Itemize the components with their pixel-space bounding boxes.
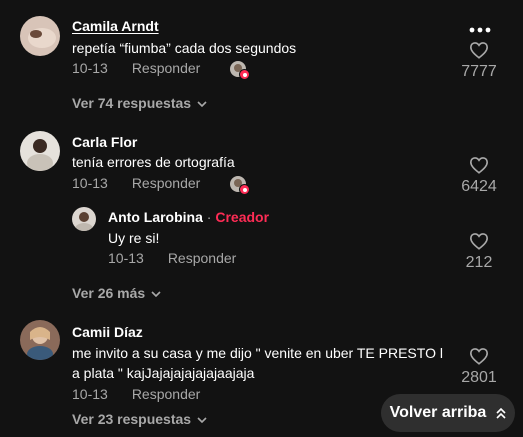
creator-badge: Creador [215, 209, 270, 225]
reply-button[interactable]: Responder [132, 386, 201, 402]
comment-author[interactable]: Camila Arndt [72, 18, 159, 34]
like-count: 6424 [461, 178, 497, 195]
comment-text: tenía errores de ortografía [72, 154, 235, 170]
back-to-top-label: Volver arriba [389, 404, 487, 421]
comment-text-line-2: a plata " kajJajajajajajajaajaja [72, 365, 255, 381]
comment-date: 10-13 [72, 175, 108, 191]
comment-meta: 10-13 Responder [72, 386, 200, 402]
comment-text-line-1: me invito a su casa y me dijo " venite e… [72, 345, 443, 361]
reply-button[interactable]: Responder [132, 175, 201, 191]
reply-button[interactable]: Responder [168, 250, 237, 266]
reply-author[interactable]: Anto Larobina [108, 209, 203, 225]
like-control[interactable]: 2801 [449, 347, 509, 387]
comment-date: 10-13 [72, 386, 108, 402]
comment-text: repetía “fiumba” cada dos segundos [72, 40, 297, 56]
creator-liked-avatar [230, 176, 250, 195]
heart-icon[interactable] [469, 347, 489, 365]
avatar[interactable] [20, 16, 60, 56]
like-control[interactable]: 7777 [449, 41, 509, 81]
heart-icon[interactable] [469, 156, 489, 174]
chevron-down-icon [197, 101, 207, 108]
reply-date: 10-13 [108, 250, 144, 266]
double-chevron-up-icon [496, 407, 506, 419]
view-replies-button[interactable]: Ver 23 respuestas [72, 411, 207, 427]
view-replies-label: Ver 26 más [72, 285, 146, 301]
comment-meta: 10-13 Responder [72, 175, 200, 191]
like-count: 212 [465, 254, 493, 271]
heart-icon[interactable] [469, 41, 489, 59]
view-replies-button[interactable]: Ver 74 respuestas [72, 95, 207, 111]
reply-text: Uy re si! [108, 230, 160, 246]
view-replies-label: Ver 23 respuestas [72, 411, 192, 427]
like-control[interactable]: 212 [449, 232, 509, 272]
reply-button[interactable]: Responder [132, 60, 201, 76]
comment-author[interactable]: Carla Flor [72, 134, 137, 150]
chevron-down-icon [197, 417, 207, 424]
back-to-top-button[interactable]: Volver arriba [381, 394, 515, 432]
chevron-down-icon [151, 291, 161, 298]
heart-badge-icon [239, 69, 250, 80]
heart-icon[interactable] [469, 232, 489, 250]
author-separator: · [206, 209, 212, 225]
like-count: 7777 [461, 63, 497, 80]
comment-item: Carla Flor tenía errores de ortografía 1… [0, 120, 523, 320]
creator-liked-avatar [230, 61, 250, 80]
reply-meta: 10-13 Responder [108, 250, 236, 266]
reply-avatar[interactable] [72, 207, 96, 231]
view-more-replies-button[interactable]: Ver 26 más [72, 285, 161, 301]
reply-author-line: Anto Larobina · Creador [108, 209, 269, 225]
view-replies-label: Ver 74 respuestas [72, 95, 192, 111]
like-control[interactable]: 6424 [449, 156, 509, 196]
comment-author[interactable]: Camii Díaz [72, 324, 143, 340]
avatar[interactable] [20, 131, 60, 171]
like-count: 2801 [461, 369, 497, 386]
comment-date: 10-13 [72, 60, 108, 76]
comment-item: Camila Arndt repetía “fiumba” cada dos s… [0, 0, 523, 120]
avatar[interactable] [20, 320, 60, 360]
heart-badge-icon [239, 184, 250, 195]
more-options-icon[interactable] [469, 27, 491, 33]
comment-meta: 10-13 Responder [72, 60, 200, 76]
